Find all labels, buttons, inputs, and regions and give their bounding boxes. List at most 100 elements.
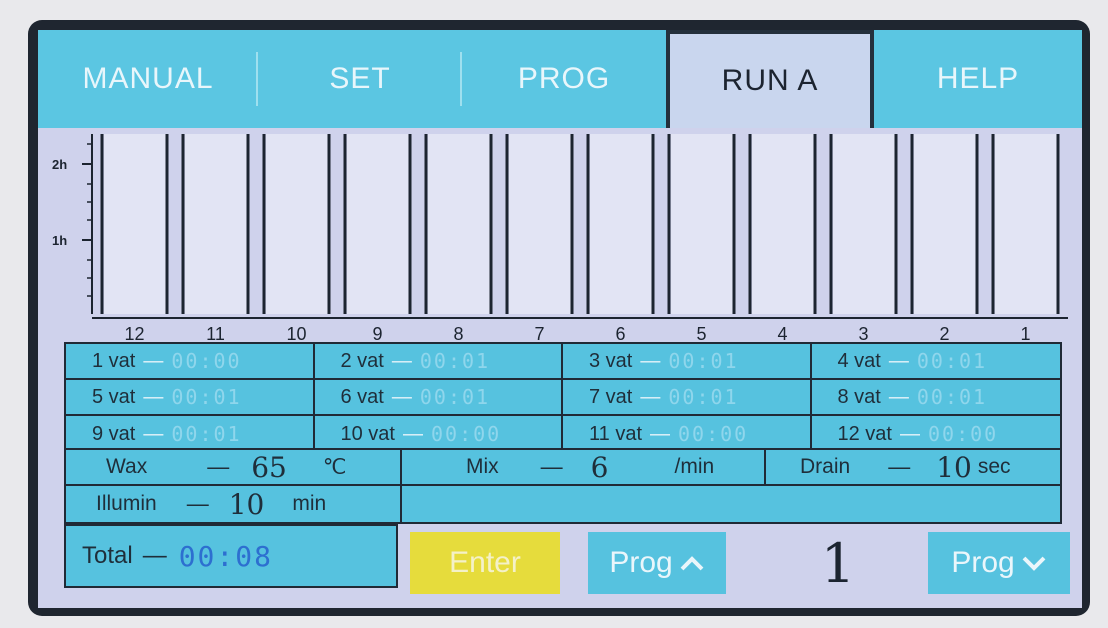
tab-run-a-label: RUN A: [721, 64, 819, 97]
vat-time: 00:01: [419, 385, 491, 409]
vat-number-label: 12: [124, 324, 144, 344]
vat-time: 00:00: [430, 422, 502, 446]
chevron-up-icon: [679, 546, 705, 580]
vat-time: 00:00: [171, 349, 242, 373]
vat-cell: 12 vat — 00:00: [812, 416, 1061, 452]
vat-lane: [185, 134, 248, 314]
param-panel: Wax — 65 ℃ Mix — 6 /min Drain — 10 sec I…: [64, 450, 1062, 524]
vat-table: 1 vat — 00:00 2 vat — 00:01 3 vat — 00:01 4 vat — 0…: [64, 342, 1062, 452]
tab-prog-label: PROG: [517, 62, 611, 95]
vat-cell: 7 vat — 00:01: [563, 380, 812, 416]
tab-run-a[interactable]: RUN A: [666, 30, 874, 128]
vat-time: 00:01: [668, 349, 739, 373]
total-label: Total: [82, 542, 133, 569]
touch-screen: MANUAL SET PROG RUN A HELP 2h 1h 12 11 10 9 8 7…: [38, 30, 1082, 608]
vat-label: 11 vat: [589, 422, 642, 445]
tab-prog[interactable]: PROG: [462, 30, 666, 128]
tab-help[interactable]: HELP: [874, 30, 1082, 128]
drain-field[interactable]: Drain — 10 sec: [766, 450, 1060, 486]
mix-label: Mix: [466, 455, 499, 478]
wax-field[interactable]: Wax — 65 ℃: [66, 450, 402, 486]
vat-label: 12 vat: [837, 422, 892, 445]
vat-lane: [428, 134, 491, 314]
vat-label: 8 vat: [837, 385, 881, 408]
prog-up-label: Prog: [609, 546, 673, 579]
vat-label: 9 vat: [92, 422, 136, 445]
drain-label: Drain: [800, 455, 851, 478]
vat-number-label: 2: [939, 324, 949, 344]
enter-button[interactable]: Enter: [410, 532, 560, 594]
vat-time: 00:01: [171, 422, 242, 446]
tab-set[interactable]: SET: [258, 30, 462, 128]
total-value: 00:08: [178, 539, 273, 573]
vat-number-label: 8: [453, 324, 463, 344]
program-number: 1: [820, 532, 856, 595]
vat-dash: —: [391, 385, 412, 408]
wax-unit: ℃: [322, 455, 347, 479]
wax-label: Wax: [106, 455, 148, 478]
vat-time: 00:01: [668, 385, 739, 409]
tab-manual-label: MANUAL: [82, 62, 214, 95]
y-tick-label: 1h: [52, 233, 67, 248]
tab-set-label: SET: [329, 62, 391, 95]
vat-number-label: 5: [696, 324, 706, 344]
vat-dash: —: [899, 422, 920, 445]
vat-lane: [347, 134, 410, 314]
vat-number-label: 10: [286, 324, 306, 344]
vat-cell: 6 vat — 00:01: [314, 380, 563, 416]
vat-cell: 9 vat — 00:01: [66, 416, 315, 452]
vat-dash: —: [640, 349, 661, 372]
vat-dash: —: [640, 385, 661, 408]
drain-unit: sec: [977, 455, 1011, 478]
wax-value: 65: [251, 450, 287, 484]
enter-button-label: Enter: [449, 546, 521, 579]
vat-lane: [914, 134, 977, 314]
vat-cell: 5 vat — 00:01: [66, 380, 315, 416]
mix-value: 6: [590, 450, 609, 484]
vat-dash: —: [391, 349, 412, 372]
vat-lane: [104, 134, 167, 314]
vat-lane: [833, 134, 896, 314]
chevron-down-icon: [1021, 546, 1047, 580]
vat-cell: 4 vat — 00:01: [811, 344, 1060, 380]
vat-lane: [509, 134, 572, 314]
total-dash: —: [142, 542, 167, 569]
vat-lane: [995, 134, 1058, 314]
mix-unit: /min: [674, 455, 715, 478]
y-tick-label: 2h: [52, 157, 67, 172]
vat-number-label: 9: [372, 324, 382, 344]
illumin-field[interactable]: Illumin — 10 min: [66, 486, 402, 522]
vat-lane: [752, 134, 815, 314]
vat-time: 00:01: [419, 349, 491, 373]
vat-label: 3 vat: [589, 349, 633, 372]
prog-up-button[interactable]: Prog: [588, 532, 726, 594]
vat-time-chart: 2h 1h 12 11 10 9 8 7 6 5 4 3 2 1: [38, 128, 1082, 348]
vat-label: 10 vat: [340, 422, 395, 445]
illumin-label: Illumin: [96, 492, 157, 515]
vat-number-label: 4: [777, 324, 787, 344]
tab-help-label: HELP: [936, 62, 1020, 95]
drain-value: 10: [936, 450, 972, 484]
chart-svg: 2h 1h 12 11 10 9 8 7 6 5 4 3 2 1: [52, 134, 1068, 344]
tab-manual[interactable]: MANUAL: [38, 30, 258, 128]
vat-lane: [671, 134, 734, 314]
vat-number-label: 1: [1020, 324, 1030, 344]
mix-field[interactable]: Mix — 6 /min: [402, 450, 766, 486]
illumin-dash: —: [186, 491, 209, 516]
vat-cell: 11 vat — 00:00: [563, 416, 812, 452]
prog-down-button[interactable]: Prog: [928, 532, 1070, 594]
vat-label: 2 vat: [340, 349, 384, 372]
vat-time: 00:00: [927, 422, 999, 446]
vat-dash: —: [888, 385, 909, 408]
vat-time: 00:01: [916, 349, 988, 373]
vat-cell: 2 vat — 00:01: [314, 344, 563, 380]
vat-cell: 3 vat — 00:01: [563, 344, 812, 380]
vat-cell: 1 vat — 00:00: [66, 344, 315, 380]
vat-cell: 10 vat — 00:00: [315, 416, 563, 452]
vat-number-label: 11: [206, 324, 225, 344]
vat-dash: —: [143, 422, 164, 445]
total-time: Total — 00:08: [64, 524, 398, 588]
vat-number-label: 7: [534, 324, 544, 344]
vat-label: 6 vat: [340, 385, 384, 408]
vat-dash: —: [402, 422, 423, 445]
